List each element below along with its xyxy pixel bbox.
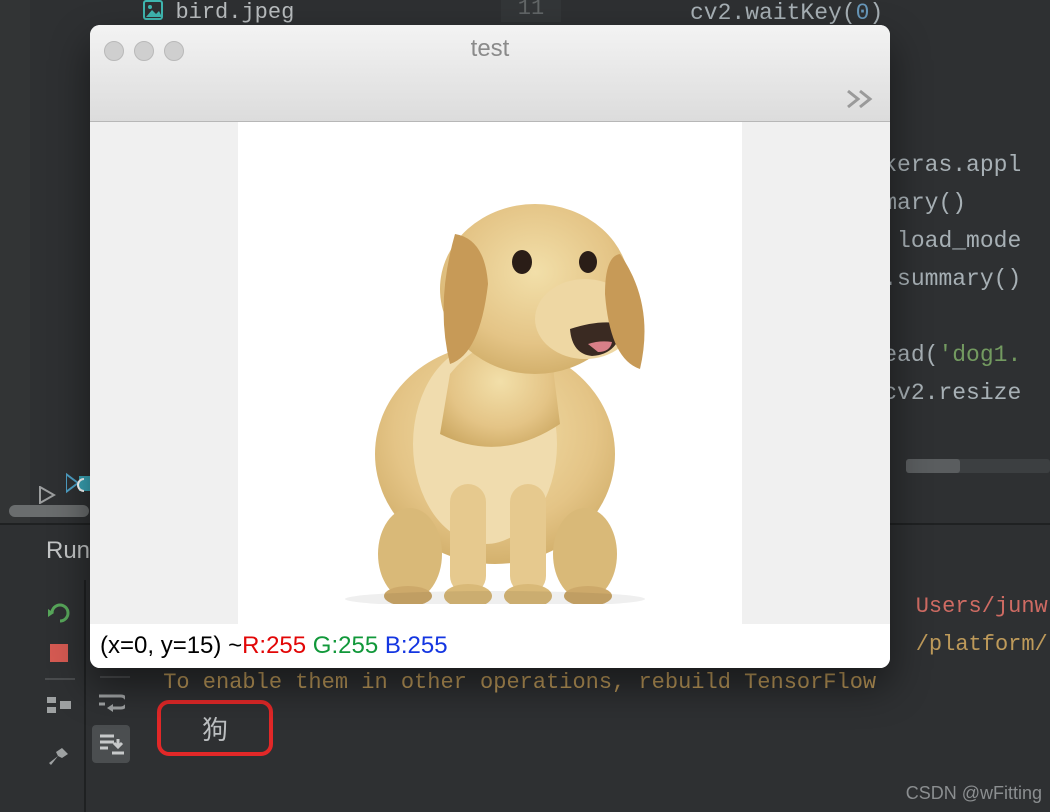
- file-name-label: bird.jpeg: [175, 0, 294, 25]
- soft-wrap-button[interactable]: [92, 684, 130, 722]
- line-number: 11: [501, 0, 561, 22]
- left-gutter: [0, 0, 30, 525]
- console-warn: To enable them in other operations, rebu…: [163, 670, 889, 695]
- g-label: G:: [313, 632, 338, 660]
- stop-button[interactable]: [40, 634, 78, 672]
- console-warn: /platform/: [916, 632, 1048, 657]
- scrollbar-thumb[interactable]: [906, 459, 960, 473]
- code-string: 'dog1.: [938, 342, 1021, 368]
- code-text: .summary(): [883, 266, 1021, 292]
- g-value: 255: [338, 632, 378, 660]
- pin-button[interactable]: [40, 738, 78, 776]
- app-root: bird.jpeg 11 cv2.waitKey(0) AllWindows k…: [0, 0, 1050, 812]
- rerun-button[interactable]: [40, 593, 78, 631]
- code-text: keras.appl: [883, 152, 1021, 178]
- r-value: 255: [266, 632, 306, 660]
- image-preview-window[interactable]: test: [90, 25, 890, 668]
- separator: [45, 678, 75, 680]
- code-text: ead(: [883, 342, 938, 368]
- chevron-right-icon[interactable]: [846, 88, 876, 115]
- scroll-to-end-button[interactable]: [92, 725, 130, 763]
- window-title: test: [90, 35, 890, 63]
- b-value: 255: [408, 632, 448, 660]
- code-text: mary(): [883, 190, 966, 216]
- run-side-actions: [40, 590, 80, 779]
- highlighted-result: 狗: [157, 700, 273, 756]
- file-tree-item[interactable]: bird.jpeg: [143, 0, 500, 22]
- watermark: CSDN @wFitting: [906, 783, 1042, 804]
- code-number: 0: [856, 0, 870, 26]
- code-text: load_mode: [883, 228, 1021, 254]
- tool-separator: [84, 580, 86, 812]
- pixel-coords: (x=0, y=15) ~: [100, 632, 242, 660]
- separator: [100, 676, 130, 678]
- layout-button[interactable]: [40, 686, 78, 724]
- window-titlebar[interactable]: test: [90, 25, 890, 122]
- image-file-icon: [143, 0, 163, 25]
- image-status-bar: (x=0, y=15) ~ R:255 G:255 B:255: [90, 624, 890, 668]
- result-text: 狗: [202, 710, 228, 747]
- code-text: cv2.resize: [883, 380, 1021, 406]
- r-label: R:: [242, 632, 266, 660]
- b-label: B:: [385, 632, 408, 660]
- image-content: [238, 122, 742, 626]
- image-viewport[interactable]: [90, 122, 890, 625]
- console-path: Users/junw: [916, 594, 1048, 619]
- editor-horizontal-scrollbar[interactable]: [906, 459, 1050, 473]
- project-scrollbar[interactable]: [9, 505, 89, 517]
